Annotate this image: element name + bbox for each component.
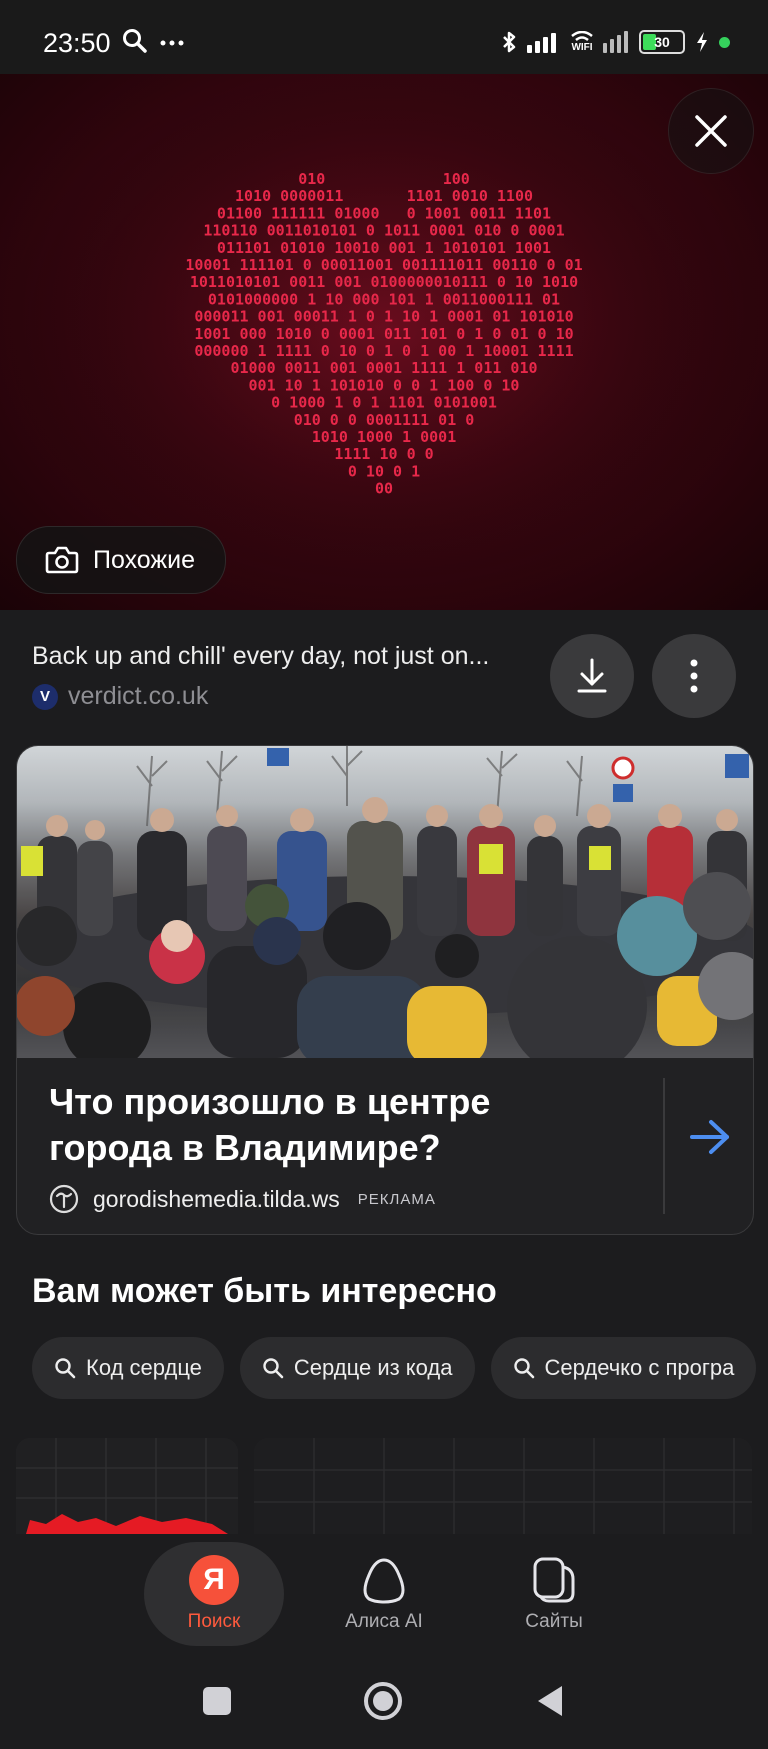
related-chip[interactable]: Сердце из кода <box>239 1337 475 1399</box>
heart-binary-row: 1011010101 0011 001 0100000010111 0 10 1… <box>190 273 578 291</box>
result-thumbnail[interactable] <box>254 1438 752 1534</box>
heart-binary-row: 0 10 0 1 <box>348 462 420 480</box>
download-icon <box>577 658 607 693</box>
wifi-label: WIFI <box>571 42 593 53</box>
battery-indicator: 30 <box>639 30 685 54</box>
download-button[interactable] <box>550 634 634 718</box>
image-viewer[interactable]: 010 100 1010 0000011 1101 0010 1100 01100 … <box>0 74 768 610</box>
related-section-title: Вам может быть интересно <box>32 1272 497 1310</box>
search-icon <box>263 1358 284 1379</box>
heart-binary-row: 001 10 1 101010 0 0 1 100 0 10 <box>249 376 520 394</box>
alice-icon <box>363 1558 405 1604</box>
nav-alice-label: Алиса AI <box>345 1611 423 1632</box>
heart-binary-row: 010 100 <box>298 170 470 188</box>
chip-label: Код сердце <box>86 1355 202 1380</box>
back-icon[interactable] <box>536 1684 564 1718</box>
related-chips: Код сердце Сердце из кода Сердечко с про… <box>32 1337 757 1399</box>
status-time: 23:50 <box>43 28 111 58</box>
close-button[interactable] <box>668 88 754 174</box>
heart-binary-row: 01100 111111 01000 0 1001 0011 1101 <box>217 204 551 222</box>
more-vertical-icon <box>690 659 698 693</box>
bluetooth-icon <box>503 31 516 53</box>
similar-images-button[interactable]: Похожие <box>16 526 227 594</box>
heart-binary-row: 011101 01010 10010 001 1 1010101 1001 <box>217 239 551 257</box>
battery-level: 30 <box>654 34 670 50</box>
search-icon <box>55 1358 76 1379</box>
close-icon <box>695 115 727 147</box>
nav-sites[interactable]: Сайты <box>484 1542 624 1646</box>
source-domain: verdict.co.uk <box>68 682 209 710</box>
yandex-logo-icon: Я <box>189 1555 239 1605</box>
nav-search-label: Поиск <box>187 1611 241 1632</box>
heart-binary-row: 1010 0000011 1101 0010 1100 <box>235 187 533 205</box>
related-chip[interactable]: Код сердце <box>32 1337 224 1399</box>
nav-search[interactable]: Я Поиск <box>144 1542 284 1646</box>
heart-binary-row: 0101000000 1 10 000 101 1 0011000111 01 <box>208 290 560 308</box>
ad-headline: Что произошло в центре города в Владимир… <box>49 1081 491 1168</box>
nav-alice[interactable]: Алиса AI <box>314 1542 454 1646</box>
heart-binary-row: 1010 1000 1 0001 <box>312 428 457 446</box>
ad-card[interactable]: Что произошло в центре города в Владимир… <box>16 745 754 1235</box>
recent-apps-icon[interactable] <box>202 1686 232 1716</box>
chip-label: Сердечко с програ <box>544 1355 735 1380</box>
heart-binary-row: 010 0 0 0001111 01 0 <box>294 411 475 429</box>
signal-2-icon <box>603 31 628 53</box>
bottom-navigation: Я Поиск Алиса AI Сайты <box>0 1534 768 1654</box>
status-bar: 23:50 WIFI 30 <box>0 0 768 74</box>
result-thumbnail[interactable] <box>16 1438 238 1534</box>
heart-binary-row: 000011 001 00011 1 0 1 10 1 0001 01 1010… <box>194 308 573 326</box>
tilda-logo-icon <box>49 1184 79 1214</box>
arrow-right-icon[interactable] <box>689 1118 731 1156</box>
heart-binary-row: 1001 000 1010 0 0001 011 101 0 1 0 01 0 … <box>194 325 573 343</box>
image-info-row: Back up and chill' every day, not just o… <box>0 610 768 736</box>
more-options-button[interactable] <box>652 634 736 718</box>
camera-search-icon <box>45 546 79 574</box>
source-favicon: V <box>32 683 58 710</box>
privacy-dot <box>719 36 730 48</box>
heart-binary-row: 1111 10 0 0 <box>334 445 433 463</box>
charging-icon <box>697 32 707 52</box>
heart-binary-row: 10001 111101 0 00011001 001111011 00110 … <box>185 256 582 274</box>
system-navigation-bar <box>0 1654 768 1749</box>
heart-binary-row: 0 1000 1 0 1 1101 0101001 <box>271 394 497 412</box>
search-icon <box>123 29 147 53</box>
related-chip[interactable]: Сердечко с програ <box>490 1337 757 1399</box>
ad-photo <box>17 746 753 1058</box>
home-icon[interactable] <box>363 1681 403 1721</box>
wifi-icon: WIFI <box>571 31 593 53</box>
ad-label: РЕКЛАМА <box>357 1190 436 1208</box>
sites-icon <box>533 1557 575 1603</box>
more-notifications-icon <box>160 40 184 46</box>
search-icon <box>513 1358 534 1379</box>
image-source[interactable]: V verdict.co.uk <box>32 682 208 711</box>
heart-binary-row: 000000 1 1111 0 10 0 1 0 1 00 1 10001 11… <box>194 342 573 360</box>
heart-binary-row: 110110 0011010101 0 1011 0001 010 0 0001 <box>203 222 564 240</box>
signal-icon <box>527 33 556 53</box>
heart-binary-row: 01000 0011 001 0001 1111 1 011 010 <box>230 359 537 377</box>
nav-sites-label: Сайты <box>525 1611 583 1632</box>
ad-source: gorodishemedia.tilda.ws РЕКЛАМА <box>49 1184 436 1214</box>
image-caption[interactable]: Back up and chill' every day, not just o… <box>32 642 489 671</box>
ad-domain: gorodishemedia.tilda.ws <box>93 1185 340 1212</box>
ad-divider <box>663 1078 665 1214</box>
chip-label: Сердце из кода <box>293 1355 453 1380</box>
similar-label: Похожие <box>93 545 196 574</box>
heart-binary-row: 00 <box>375 480 393 498</box>
